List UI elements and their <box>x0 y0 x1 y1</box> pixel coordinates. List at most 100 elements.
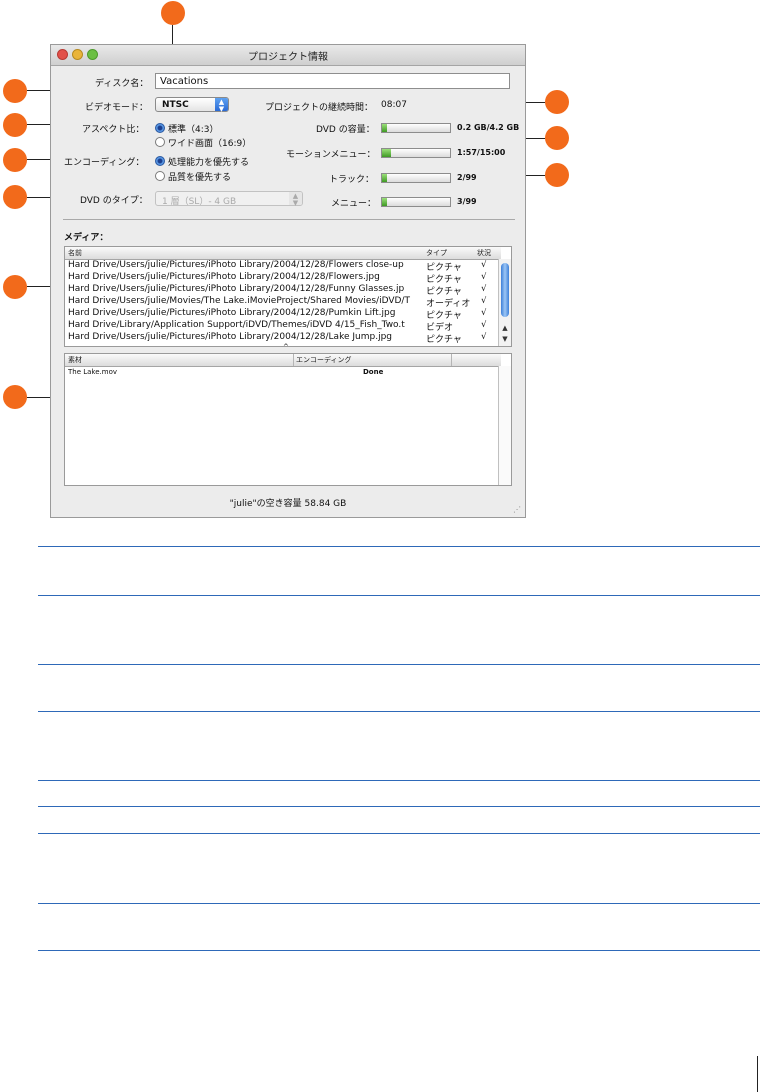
menus-gauge <box>381 197 451 207</box>
encoding-quality-label: 品質を優先する <box>168 173 232 183</box>
aspect-widescreen-label: ワイド画面（16:9） <box>168 139 252 149</box>
dvd-capacity-gauge <box>381 123 451 133</box>
gauge-fill <box>382 198 388 206</box>
gauge-fill <box>382 149 391 157</box>
media-name-cell: Hard Drive/Users/julie/Pictures/iPhoto L… <box>68 332 392 342</box>
table-rule <box>38 546 760 547</box>
aspect-standard-radio[interactable] <box>155 123 165 133</box>
assets-scrollbar[interactable] <box>498 366 511 485</box>
video-mode-label: ビデオモード： <box>85 103 149 113</box>
scroll-thumb[interactable] <box>501 263 509 317</box>
table-row[interactable]: Hard Drive/Users/julie/Pictures/iPhoto L… <box>65 308 501 321</box>
table-rule <box>38 711 760 712</box>
checkmark-icon: √ <box>481 260 487 270</box>
table-rule <box>38 833 760 834</box>
asset-name-cell: The Lake.mov <box>68 368 118 376</box>
media-name-cell: Hard Drive/Users/julie/Pictures/iPhoto L… <box>68 308 396 318</box>
encoding-quality-radio[interactable] <box>155 171 165 181</box>
free-space-status: "julie"の空き容量 58.84 GB <box>229 499 347 509</box>
table-row[interactable]: Hard Drive/Users/julie/Pictures/iPhoto L… <box>65 284 501 297</box>
media-table-header: 名前 タイプ 状況 <box>65 247 501 260</box>
checkmark-icon: √ <box>481 284 487 294</box>
column-header-type[interactable]: タイプ <box>426 248 447 258</box>
checkmark-icon: √ <box>481 272 487 282</box>
disc-name-label: ディスク名： <box>95 79 149 89</box>
media-name-cell: Hard Drive/Users/julie/Pictures/iPhoto L… <box>68 272 380 282</box>
disc-name-field[interactable]: Vacations <box>155 73 510 89</box>
media-name-cell: Hard Drive/Users/julie/Movies/The Lake.i… <box>68 296 410 306</box>
column-header-encoding[interactable]: エンコーディング <box>296 355 352 365</box>
gauge-fill <box>382 124 388 132</box>
callout-marker <box>3 148 27 172</box>
motion-menu-gauge <box>381 148 451 158</box>
media-type-cell: ピクチャ <box>426 335 462 345</box>
media-name-cell: Hard Drive/Library/Application Support/i… <box>68 320 405 330</box>
menus-value: 3/99 <box>457 197 477 206</box>
media-name-cell: Hard Drive/Users/julie/Pictures/iPhoto L… <box>68 260 404 270</box>
project-info-window: プロジェクト情報 ディスク名： Vacations ビデオモード： NTSC ▲… <box>50 44 526 518</box>
dvd-type-label: DVD のタイプ： <box>80 196 148 206</box>
tracks-label: トラック： <box>329 175 375 185</box>
motion-menu-value: 1:57/15:00 <box>457 148 506 157</box>
assets-table: 素材 エンコーディング The Lake.mov Done <box>64 353 512 486</box>
table-rule <box>38 903 760 904</box>
video-mode-popup[interactable]: NTSC ▲ ▼ <box>155 97 229 113</box>
column-header-name[interactable]: 名前 <box>68 248 82 258</box>
divider <box>63 219 515 220</box>
callout-marker <box>3 185 27 209</box>
menus-label: メニュー： <box>331 199 377 209</box>
popup-arrows-icon: ▲ ▼ <box>215 98 228 113</box>
checkmark-icon: √ <box>481 320 487 330</box>
splitter-handle-icon[interactable]: ^ <box>283 343 289 351</box>
project-duration-value: 08:07 <box>381 100 407 110</box>
table-rule <box>38 780 760 781</box>
callout-marker <box>545 163 569 187</box>
table-row[interactable]: Hard Drive/Library/Application Support/i… <box>65 320 501 333</box>
table-row[interactable]: Hard Drive/Users/julie/Pictures/iPhoto L… <box>65 272 501 285</box>
callout-marker <box>161 1 185 25</box>
callout-marker <box>545 90 569 114</box>
scroll-up-icon[interactable]: ▲ <box>499 324 511 334</box>
encoding-label: エンコーディング： <box>64 158 145 168</box>
column-divider <box>451 354 452 366</box>
resize-grip-icon[interactable]: ⋰ <box>513 505 521 514</box>
scroll-down-icon[interactable]: ▼ <box>499 335 511 345</box>
checkmark-icon: √ <box>481 308 487 318</box>
table-row[interactable]: Hard Drive/Users/julie/Movies/The Lake.i… <box>65 296 501 309</box>
media-name-cell: Hard Drive/Users/julie/Pictures/iPhoto L… <box>68 284 405 294</box>
aspect-widescreen-radio[interactable] <box>155 137 165 147</box>
checkmark-icon: √ <box>481 296 487 306</box>
popup-arrows-icon: ▲ ▼ <box>289 192 302 207</box>
callout-marker <box>545 126 569 150</box>
title-bar[interactable]: プロジェクト情報 <box>51 45 525 66</box>
project-duration-label: プロジェクトの継続時間： <box>265 103 374 113</box>
table-rule <box>38 595 760 596</box>
motion-menu-label: モーションメニュー： <box>286 150 376 160</box>
aspect-standard-label: 標準（4:3） <box>168 125 219 135</box>
dvd-capacity-value: 0.2 GB/4.2 GB <box>457 123 520 132</box>
table-rule <box>38 950 760 951</box>
dvd-type-value: 1 層（SL）- 4 GB <box>162 197 237 207</box>
callout-marker <box>3 113 27 137</box>
encoding-performance-label: 処理能力を優先する <box>168 158 250 168</box>
column-divider <box>293 354 294 366</box>
video-mode-value: NTSC <box>162 100 189 110</box>
table-rule <box>38 664 760 665</box>
tracks-value: 2/99 <box>457 173 477 182</box>
column-header-status[interactable]: 状況 <box>477 248 491 258</box>
assets-table-header: 素材 エンコーディング <box>65 354 501 367</box>
media-scrollbar[interactable]: ▲ ▼ <box>498 259 511 346</box>
dvd-type-popup[interactable]: 1 層（SL）- 4 GB ▲ ▼ <box>155 191 303 207</box>
media-label: メディア： <box>64 233 109 243</box>
table-row[interactable]: Hard Drive/Users/julie/Pictures/iPhoto L… <box>65 260 501 273</box>
table-rule <box>38 806 760 807</box>
tracks-gauge <box>381 173 451 183</box>
gauge-fill <box>382 174 388 182</box>
window-title: プロジェクト情報 <box>248 52 328 63</box>
checkmark-icon: √ <box>481 332 487 342</box>
table-row[interactable]: The Lake.mov Done <box>65 368 501 380</box>
callout-marker <box>3 275 27 299</box>
aspect-ratio-label: アスペクト比： <box>82 125 145 135</box>
encoding-performance-radio[interactable] <box>155 156 165 166</box>
column-header-asset[interactable]: 素材 <box>68 355 82 365</box>
